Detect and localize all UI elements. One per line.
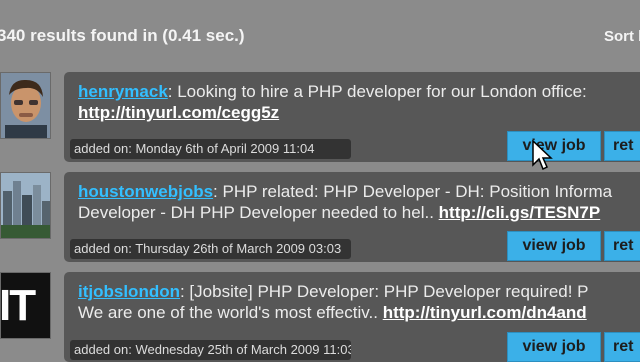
username-link[interactable]: henrymack [78, 82, 168, 101]
retweet-button[interactable]: ret [604, 231, 640, 261]
avatar-houstonwebjobs[interactable] [0, 172, 51, 239]
view-job-button[interactable]: view job [507, 231, 601, 261]
avatar-itjobslondon[interactable]: IT [0, 272, 51, 339]
view-job-button[interactable]: view job [507, 332, 601, 362]
avatar-henrymack[interactable] [0, 72, 51, 139]
added-date: added on: Monday 6th of April 2009 11:04 [70, 139, 351, 159]
tweet-text-2: houstonwebjobs: PHP related: PHP Develop… [78, 181, 640, 223]
retweet-button[interactable]: ret [604, 332, 640, 362]
tweet-text-3: itjobslondon: [Jobsite] PHP Developer: P… [78, 281, 640, 323]
tweet-url-link[interactable]: http://tinyurl.com/dn4and [383, 303, 587, 322]
avatar-photo-henrymack [1, 73, 50, 138]
tweet-body: : PHP related: PHP Developer - DH: Posit… [213, 182, 613, 201]
tweet-text-1: henrymack: Looking to hire a PHP develop… [78, 81, 640, 123]
username-link[interactable]: itjobslondon [78, 282, 180, 301]
avatar-photo-houstonwebjobs [1, 173, 50, 238]
results-summary: 340 results found in (0.41 sec.) [0, 26, 245, 45]
tweet-body-line2: We are one of the world's most effectiv.… [78, 303, 378, 322]
username-link[interactable]: houstonwebjobs [78, 182, 213, 201]
avatar-logo-text: IT [0, 281, 36, 330]
sort-label[interactable]: Sort b [604, 28, 640, 45]
tweet-body: : Looking to hire a PHP developer for ou… [167, 82, 587, 101]
added-date: added on: Thursday 26th of March 2009 03… [70, 239, 351, 259]
tweet-body: : [Jobsite] PHP Developer: PHP Developer… [179, 282, 589, 301]
added-date: added on: Wednesday 25th of March 2009 1… [70, 340, 351, 360]
mouse-cursor-icon [532, 140, 553, 171]
tweet-body-line2: Developer - DH PHP Developer needed to h… [78, 203, 434, 222]
retweet-button[interactable]: ret [604, 131, 640, 161]
tweet-url-link[interactable]: http://cli.gs/TESN7P [439, 203, 601, 222]
tweet-url-link[interactable]: http://tinyurl.com/cegg5z [78, 103, 279, 122]
view-job-button[interactable]: view job [507, 131, 601, 161]
